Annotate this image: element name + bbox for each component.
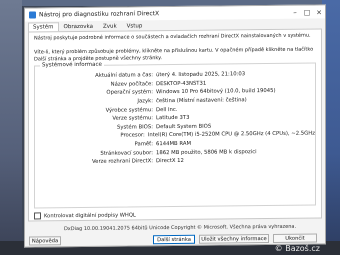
system-tab-panel: Nástroj poskytuje podrobné informace o s… bbox=[28, 28, 322, 222]
info-value: DirectX 12 bbox=[156, 158, 184, 165]
desktop-background-left bbox=[0, 0, 22, 255]
tab-sound[interactable]: Zvuk bbox=[98, 22, 122, 31]
info-value: Dell Inc. bbox=[156, 106, 178, 113]
dxdiag-app-icon bbox=[29, 11, 36, 19]
whql-checkbox-label: Kontrolovat digitální podpisy WHQL bbox=[44, 211, 136, 219]
info-value: čeština (Místní nastavení: čeština) bbox=[156, 97, 247, 105]
tab-system[interactable]: Systém bbox=[28, 22, 59, 32]
info-value: Windows 10 Pro 64bitový (10.0, build 190… bbox=[156, 88, 276, 96]
next-page-button[interactable]: Další stránka bbox=[153, 234, 195, 245]
copyright-text: DxDiag 10.00.19041.2075 64bitů Unicode C… bbox=[63, 223, 297, 233]
info-value: DESKTOP-43NST31 bbox=[156, 80, 207, 88]
watermark-text: © Bazoš.cz bbox=[274, 244, 320, 253]
close-button[interactable]: × bbox=[313, 8, 325, 16]
save-all-info-button[interactable]: Uložit všechny informace bbox=[199, 234, 269, 244]
intro-text-1: Nástroj poskytuje podrobné informace o s… bbox=[34, 32, 311, 42]
window-title: Nástroj pro diagnostiku rozhraní DirectX bbox=[39, 10, 160, 19]
system-info-title: Systémové informace bbox=[40, 61, 104, 69]
info-label: Verze systému: bbox=[112, 115, 153, 122]
system-info-group: Systémové informace Aktuální datum a čas… bbox=[34, 61, 316, 209]
whql-checkbox-row[interactable]: Kontrolovat digitální podpisy WHQL bbox=[34, 211, 136, 220]
tab-input[interactable]: Vstup bbox=[122, 21, 148, 30]
info-label: Operační systém: bbox=[106, 89, 153, 97]
info-label: Systém BIOS: bbox=[117, 124, 153, 131]
system-info-rows: Aktuální datum a čas: úterý 4. listopadu… bbox=[35, 70, 315, 167]
tab-display[interactable]: Obrazovka bbox=[59, 22, 98, 31]
maximize-button[interactable]: □ bbox=[301, 8, 313, 16]
info-value: Default System BIOS bbox=[156, 123, 212, 131]
info-value: 1862 MB použito, 5806 MB k dispozici bbox=[156, 148, 257, 156]
info-value: úterý 4. listopadu 2025, 21:10:03 bbox=[156, 71, 246, 79]
info-value: 6144MB RAM bbox=[156, 140, 192, 148]
minimize-button[interactable]: – bbox=[289, 8, 301, 16]
info-row-directx-version: Verze rozhraní DirectX: DirectX 12 bbox=[35, 155, 315, 167]
info-value: Latitude 3T3 bbox=[156, 115, 190, 122]
help-button[interactable]: Nápověda bbox=[29, 236, 61, 246]
info-label: Jazyk: bbox=[137, 98, 153, 105]
info-label: Stránkovací soubor: bbox=[100, 149, 153, 157]
info-label: Paměť: bbox=[134, 141, 153, 148]
dxdiag-window: Nástroj pro diagnostiku rozhraní DirectX… bbox=[24, 4, 326, 248]
info-label: Název počítače: bbox=[110, 81, 153, 88]
exit-button[interactable]: Ukončit bbox=[273, 233, 317, 243]
info-label: Verze rozhraní DirectX: bbox=[91, 158, 153, 166]
info-label: Výrobce systému: bbox=[105, 106, 153, 114]
info-label: Aktuální datum a čas: bbox=[95, 72, 153, 80]
whql-checkbox[interactable] bbox=[34, 212, 41, 220]
info-label: Procesor: bbox=[120, 132, 145, 140]
intro-text-2: Víte-li, který problém způsobuje problém… bbox=[34, 46, 314, 62]
